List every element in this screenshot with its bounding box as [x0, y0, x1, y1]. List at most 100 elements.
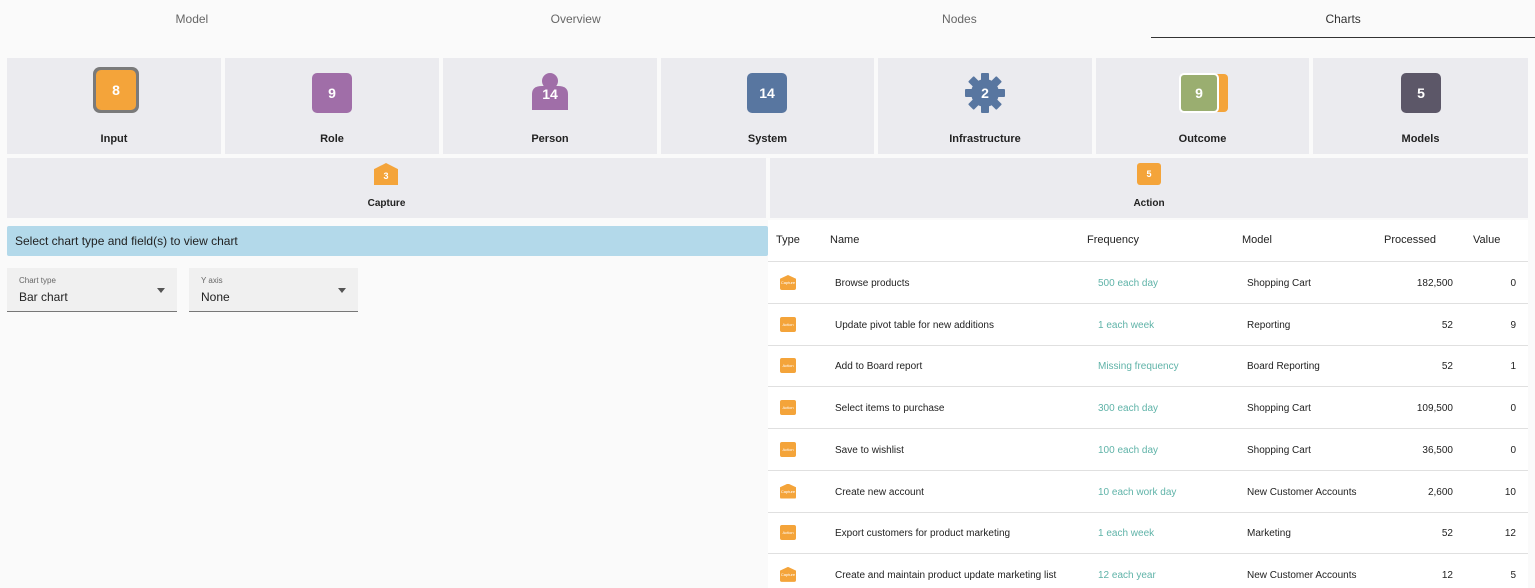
- row-type: Action: [782, 530, 794, 536]
- row-value: 0: [1510, 278, 1516, 289]
- chart-type-select[interactable]: Chart type Bar chart: [7, 268, 177, 312]
- input-label: Input: [100, 133, 128, 145]
- col-type[interactable]: Type: [776, 234, 800, 246]
- tab-charts[interactable]: Charts: [1151, 0, 1535, 38]
- chart-type-label: Chart type: [19, 276, 56, 285]
- action-label: Action: [1133, 198, 1165, 209]
- row-model: New Customer Accounts: [1247, 486, 1357, 498]
- table-row[interactable]: Action Save to wishlist 100 each day Shoppi…: [768, 429, 1528, 471]
- col-processed[interactable]: Processed: [1384, 234, 1436, 246]
- row-name: Create and maintain product update marke…: [835, 569, 1057, 581]
- tile-role[interactable]: 9 Role: [225, 58, 439, 154]
- table-row[interactable]: Capture Browse products 500 each day Shoppi…: [768, 262, 1528, 304]
- chevron-down-icon: [157, 288, 165, 293]
- table-row[interactable]: Action Update pivot table for new additio…: [768, 304, 1528, 346]
- tile-action[interactable]: 5 Action: [770, 158, 1528, 218]
- row-type: Capture: [780, 488, 796, 494]
- action-icon: Action: [780, 400, 796, 416]
- row-processed: 182,500: [1416, 278, 1453, 289]
- row-model: Shopping Cart: [1247, 278, 1311, 289]
- outcome-count: 9: [1195, 85, 1203, 101]
- row-type: Capture: [780, 280, 796, 285]
- capture-icon: Capture: [780, 566, 796, 582]
- row-value: 10: [1504, 486, 1516, 498]
- models-icon: 5: [1401, 73, 1441, 113]
- col-model[interactable]: Model: [1242, 234, 1272, 246]
- row-type: Action: [782, 363, 794, 369]
- system-icon: 14: [747, 73, 787, 113]
- role-icon: 9: [312, 73, 352, 113]
- nodes-table: Type Name Frequency Model Processed Valu…: [768, 220, 1528, 588]
- person-count: 14: [542, 86, 558, 102]
- row-frequency: 500 each day: [1098, 278, 1159, 289]
- row-processed: 52: [1441, 319, 1453, 331]
- row-frequency: 1 each week: [1098, 319, 1155, 331]
- row-name: Update pivot table for new additions: [835, 319, 994, 331]
- table-row[interactable]: Action Export customers for product marke…: [768, 512, 1528, 555]
- input-icon: 8: [96, 70, 136, 110]
- row-frequency: 12 each year: [1098, 569, 1156, 581]
- table-row[interactable]: Capture Create new account 10 each work da…: [768, 471, 1528, 513]
- row-model: Shopping Cart: [1247, 444, 1311, 456]
- row-processed: 36,500: [1422, 444, 1453, 456]
- tile-input[interactable]: 8 Input: [7, 58, 221, 154]
- tab-nodes[interactable]: Nodes: [768, 0, 1152, 38]
- models-count: 5: [1417, 85, 1425, 101]
- tab-model[interactable]: Model: [0, 0, 384, 38]
- row-frequency: 300 each day: [1098, 403, 1159, 415]
- row-processed: 52: [1441, 361, 1453, 373]
- tile-system[interactable]: 14 System: [661, 58, 874, 154]
- table-row[interactable]: Action Add to Board report Missing frequen…: [768, 345, 1528, 388]
- row-frequency: Missing frequency: [1098, 361, 1179, 373]
- capture-label: Capture: [367, 198, 406, 209]
- action-icon: Action: [780, 358, 796, 374]
- row-name: Export customers for product marketing: [835, 528, 1011, 540]
- row-model: Marketing: [1247, 528, 1291, 540]
- table-row[interactable]: Capture Create and maintain product updat…: [768, 554, 1528, 588]
- action-icon: Action: [780, 525, 796, 541]
- row-value: 0: [1510, 403, 1516, 415]
- row-name: Create new account: [835, 486, 924, 498]
- row-model: Reporting: [1247, 319, 1291, 331]
- row-type: Action: [782, 446, 794, 452]
- tab-overview[interactable]: Overview: [384, 0, 768, 38]
- action-count: 5: [1146, 169, 1152, 179]
- system-label: System: [747, 133, 788, 145]
- outcome-label: Outcome: [1178, 133, 1227, 145]
- action-icon: 5: [1137, 163, 1161, 185]
- row-type: Action: [782, 405, 794, 411]
- y-axis-label: Y axis: [201, 276, 223, 285]
- col-value[interactable]: Value: [1473, 234, 1500, 246]
- row-frequency: 100 each day: [1098, 444, 1159, 456]
- chart-type-value: Bar chart: [19, 290, 68, 304]
- infrastructure-label: Infrastructure: [949, 133, 1021, 145]
- tile-infrastructure[interactable]: 2 Infrastructure: [878, 58, 1092, 154]
- row-value: 5: [1510, 569, 1516, 581]
- outcome-icon: 9: [1179, 73, 1219, 113]
- row-processed: 52: [1441, 528, 1453, 540]
- row-model: Shopping Cart: [1247, 403, 1311, 415]
- tile-outcome[interactable]: 9 Outcome: [1096, 58, 1309, 154]
- tile-person[interactable]: 14 Person: [443, 58, 657, 154]
- y-axis-select[interactable]: Y axis None: [189, 268, 358, 312]
- table-row[interactable]: Action Select items to purchase 300 each d…: [768, 387, 1528, 430]
- tile-capture[interactable]: 3 Capture: [7, 158, 766, 218]
- tile-models[interactable]: 5 Models: [1313, 58, 1528, 154]
- row-value: 0: [1510, 444, 1516, 456]
- role-count: 9: [328, 85, 336, 101]
- row-value: 12: [1504, 528, 1516, 540]
- action-icon: Action: [780, 441, 796, 457]
- chart-info-message: Select chart type and field(s) to view c…: [7, 226, 768, 256]
- capture-icon: Capture: [780, 483, 796, 499]
- action-icon: Action: [780, 316, 796, 332]
- role-label: Role: [320, 133, 344, 145]
- col-frequency[interactable]: Frequency: [1087, 234, 1139, 246]
- col-name[interactable]: Name: [830, 234, 859, 246]
- row-value: 9: [1510, 319, 1516, 331]
- table-header: Type Name Frequency Model Processed Valu…: [768, 220, 1528, 262]
- row-processed: 12: [1441, 569, 1453, 581]
- capture-count: 3: [383, 171, 389, 181]
- row-value: 1: [1510, 361, 1516, 373]
- row-model: New Customer Accounts: [1247, 569, 1357, 581]
- models-label: Models: [1401, 133, 1440, 145]
